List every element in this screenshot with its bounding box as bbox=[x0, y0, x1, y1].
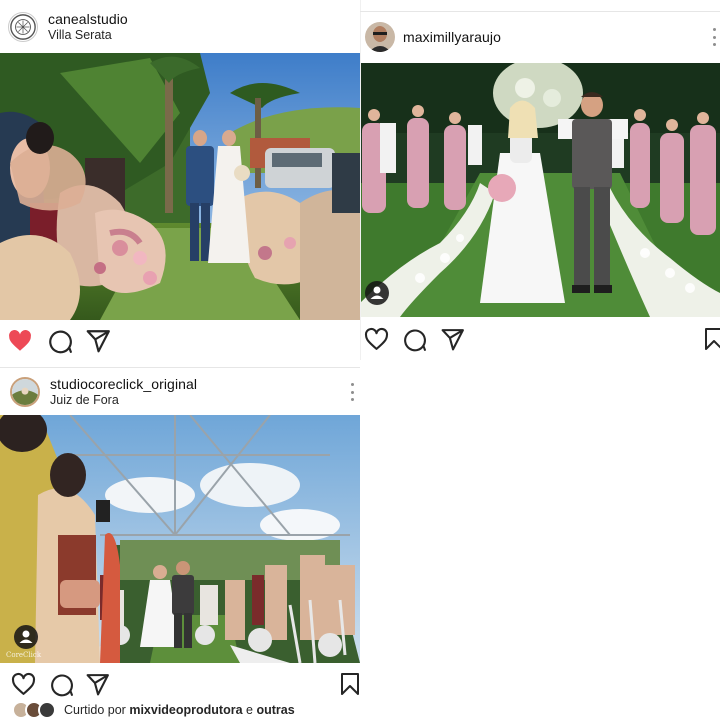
post-header: canealstudio Villa Serata bbox=[0, 3, 360, 51]
avatar bbox=[38, 701, 56, 719]
wedding-aisle-photo bbox=[360, 63, 720, 317]
like-button[interactable] bbox=[7, 328, 33, 354]
share-icon bbox=[86, 330, 110, 353]
like-button[interactable] bbox=[364, 327, 389, 352]
heart-icon bbox=[364, 327, 389, 350]
wedding-garden-photo bbox=[0, 53, 360, 320]
share-button[interactable] bbox=[85, 672, 110, 697]
share-icon bbox=[441, 329, 464, 351]
canealstudio-logo bbox=[10, 14, 36, 40]
heart-icon bbox=[11, 672, 36, 695]
tag-people-button[interactable] bbox=[365, 281, 389, 305]
comment-icon bbox=[404, 329, 426, 352]
tent-ceremony-photo bbox=[0, 415, 360, 663]
comment-button[interactable] bbox=[402, 327, 427, 352]
post-username[interactable]: studiocoreclick_original bbox=[50, 376, 197, 392]
liked-by-others[interactable]: outras bbox=[256, 703, 294, 717]
comment-icon bbox=[49, 330, 72, 354]
save-button[interactable] bbox=[704, 327, 720, 351]
comment-button[interactable] bbox=[47, 328, 73, 354]
more-icon bbox=[712, 28, 716, 31]
post-photo[interactable]: CoreClick bbox=[0, 415, 360, 663]
post-username[interactable]: canealstudio bbox=[48, 11, 128, 27]
comment-icon bbox=[51, 674, 73, 697]
liker-avatars bbox=[12, 701, 56, 719]
post-header: maximillyaraujo bbox=[360, 13, 720, 61]
profile-photo bbox=[12, 379, 38, 405]
tag-people-button[interactable] bbox=[14, 625, 38, 649]
user-tag-icon bbox=[370, 286, 384, 299]
more-icon bbox=[350, 383, 354, 386]
share-button[interactable] bbox=[85, 328, 111, 354]
more-options-button[interactable] bbox=[711, 28, 717, 46]
post-canealstudio: canealstudio Villa Serata bbox=[0, 0, 360, 368]
liked-by-user[interactable]: mixvideoprodutora bbox=[129, 703, 242, 717]
divider bbox=[360, 11, 720, 12]
share-icon bbox=[86, 674, 109, 696]
divider bbox=[0, 367, 360, 368]
bookmark-icon bbox=[341, 673, 359, 695]
post-photo[interactable] bbox=[360, 63, 720, 317]
share-button[interactable] bbox=[440, 327, 465, 352]
comment-button[interactable] bbox=[49, 672, 74, 697]
post-location[interactable]: Juiz de Fora bbox=[50, 392, 197, 408]
save-button[interactable] bbox=[340, 672, 360, 696]
heart-icon bbox=[9, 330, 31, 351]
liked-by-conjunction: e bbox=[246, 703, 253, 717]
post-username[interactable]: maximillyaraujo bbox=[403, 29, 501, 45]
post-actions bbox=[360, 317, 720, 360]
post-studiocoreclick: studiocoreclick_original Juiz de Fora Co… bbox=[0, 368, 360, 720]
divider bbox=[360, 0, 361, 360]
bookmark-icon bbox=[705, 328, 720, 350]
post-actions bbox=[0, 320, 360, 364]
liked-by-prefix: Curtido por bbox=[64, 703, 126, 717]
like-button[interactable] bbox=[11, 672, 36, 697]
post-header: studiocoreclick_original Juiz de Fora bbox=[0, 368, 360, 416]
user-tag-icon bbox=[19, 630, 33, 643]
liked-by-row[interactable]: Curtido por mixvideoprodutora e outras bbox=[12, 700, 295, 720]
photo-watermark: CoreClick bbox=[6, 651, 42, 659]
avatar[interactable] bbox=[10, 377, 40, 407]
profile-photo bbox=[365, 22, 395, 52]
avatar[interactable] bbox=[365, 22, 395, 52]
post-maximillyaraujo: maximillyaraujo bbox=[360, 0, 720, 360]
post-photo[interactable] bbox=[0, 53, 360, 320]
post-location[interactable]: Villa Serata bbox=[48, 27, 128, 43]
avatar[interactable] bbox=[8, 12, 38, 42]
more-options-button[interactable] bbox=[349, 383, 355, 401]
